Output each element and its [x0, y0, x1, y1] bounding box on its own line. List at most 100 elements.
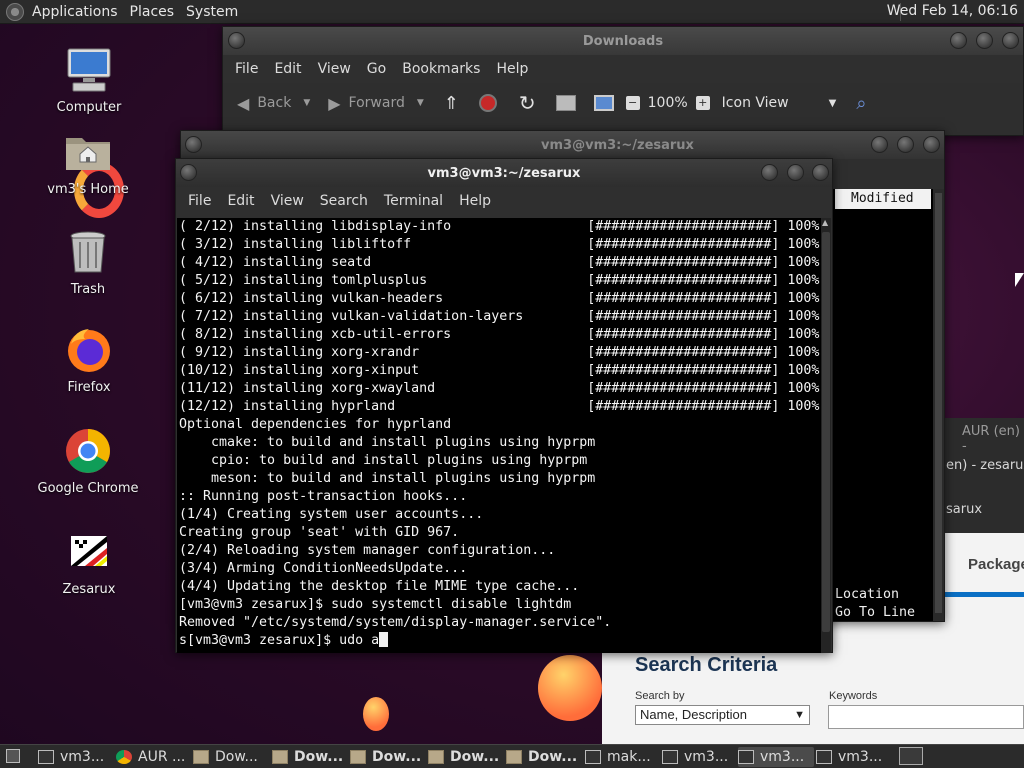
view-mode-label: Icon View [721, 95, 789, 111]
menu-bookmarks[interactable]: Bookmarks [402, 61, 480, 77]
terminal-icon [738, 750, 754, 764]
computer-button[interactable] [593, 95, 614, 111]
terminal-cursor [379, 632, 389, 647]
desktop-icon-zesarux[interactable]: Zesarux [29, 528, 149, 597]
chrome-icon [64, 427, 112, 475]
distro-logo-icon[interactable] [6, 2, 24, 21]
aur-tab-label[interactable]: en) - zesarux [946, 458, 1024, 473]
terminal-line: (3/4) Arming ConditionNeedsUpdate... [179, 561, 468, 576]
desktop-icon-computer[interactable]: Computer [29, 46, 149, 115]
taskbar-item[interactable]: vm3... [662, 747, 738, 767]
aur-window-title[interactable]: AUR (en) - [962, 424, 1024, 454]
terminal-prompt-line[interactable]: s[vm3@vm3 zesarux]$ udo a [179, 632, 822, 650]
desktop-icon-label: Trash [70, 282, 106, 297]
scrollbar-thumb[interactable] [822, 232, 830, 632]
menu-go[interactable]: Go [367, 61, 386, 77]
home-button[interactable] [555, 95, 576, 111]
maximize-button[interactable] [976, 32, 993, 49]
desktop-icon-firefox[interactable]: Firefox [29, 326, 149, 395]
packages-heading[interactable]: Package [968, 556, 1024, 573]
column-header-modified[interactable]: Modified [835, 189, 931, 209]
keywords-input[interactable] [828, 705, 1024, 729]
stop-icon [478, 94, 497, 112]
search-button[interactable]: ⌕ [856, 93, 866, 114]
maximize-button[interactable] [787, 164, 804, 181]
background-terminal-body[interactable] [831, 189, 941, 621]
taskbar-item[interactable]: Dow... [193, 747, 271, 767]
home-icon [555, 95, 576, 111]
zoom-level[interactable]: 100% [648, 95, 688, 111]
terminal-titlebar[interactable]: vm3@vm3:~/zesarux [176, 159, 832, 187]
minimize-button[interactable] [761, 164, 778, 181]
menu-view[interactable]: View [318, 61, 351, 77]
desktop-icon-trash[interactable]: Trash [28, 228, 148, 297]
zesarux-icon [65, 528, 113, 576]
menu-file[interactable]: File [235, 61, 258, 77]
terminal-line: (12/12) installing hyprland [###########… [179, 399, 820, 414]
menu-search[interactable]: Search [320, 193, 368, 209]
search-by-select[interactable]: Name, Description ▼ [635, 705, 810, 725]
close-button[interactable] [1002, 32, 1019, 49]
mouse-pointer-icon [1015, 273, 1024, 287]
home-folder-icon [64, 128, 112, 176]
background-terminal-scrollbar[interactable] [933, 189, 944, 621]
close-button[interactable] [923, 136, 940, 153]
workspace-switcher-icon[interactable] [899, 747, 923, 765]
taskbar-item[interactable]: Dow... [428, 747, 506, 767]
menu-help[interactable]: Help [496, 61, 528, 77]
taskbar-item[interactable]: Dow... [350, 747, 428, 767]
zoom-in-button[interactable]: + [695, 96, 710, 110]
background-terminal-titlebar[interactable]: vm3@vm3:~/zesarux [181, 131, 944, 159]
taskbar-item[interactable]: vm3... [816, 747, 892, 767]
menu-places[interactable]: Places [130, 4, 175, 20]
folder-icon [428, 750, 444, 764]
taskbar-item[interactable]: vm3... [738, 747, 814, 767]
search-by-value: Name, Description [640, 707, 747, 722]
aur-tab-label-2[interactable]: sarux [946, 502, 982, 517]
window-menu-button[interactable] [180, 164, 197, 181]
taskbar-item-label: Dow... [450, 749, 500, 765]
file-manager-titlebar[interactable]: Downloads [223, 27, 1023, 55]
window-title: vm3@vm3:~/zesarux [427, 165, 581, 181]
menu-view[interactable]: View [271, 193, 304, 209]
menu-system[interactable]: System [186, 4, 238, 20]
menu-terminal[interactable]: Terminal [384, 193, 443, 209]
minimize-button[interactable] [871, 136, 888, 153]
menu-file[interactable]: File [188, 193, 211, 209]
menu-help[interactable]: Help [459, 193, 491, 209]
terminal-line: (10/12) installing xorg-xinput [########… [179, 363, 820, 378]
window-title: Downloads [582, 33, 664, 49]
taskbar-item[interactable]: vm3... [38, 747, 114, 767]
terminal-output[interactable]: ( 2/12) installing libdisplay-info [####… [177, 218, 822, 653]
clock[interactable]: Wed Feb 14, 06:16 [887, 3, 1018, 19]
terminal-line: [vm3@vm3 zesarux]$ sudo systemctl disabl… [179, 597, 572, 612]
stop-button[interactable] [478, 94, 497, 112]
window-menu-button[interactable] [228, 32, 245, 49]
up-button[interactable]: ⇑ [444, 93, 459, 114]
taskbar-item[interactable]: mak... [585, 747, 661, 767]
reload-button[interactable]: ↻ [519, 91, 536, 115]
zoom-out-button[interactable]: − [625, 96, 640, 110]
desktop-icon-home[interactable]: vm3's Home [28, 128, 148, 197]
window-menu-button[interactable] [185, 136, 202, 153]
maximize-button[interactable] [897, 136, 914, 153]
back-button[interactable]: ◀ Back ▼ [237, 94, 310, 113]
desktop-icon-chrome[interactable]: Google Chrome [28, 427, 148, 496]
terminal-line: ( 5/12) installing tomlplusplus [#######… [179, 273, 820, 288]
taskbar-item[interactable]: AUR ... [116, 747, 192, 767]
close-button[interactable] [812, 164, 829, 181]
folder-icon [350, 750, 366, 764]
terminal-line: ( 3/12) installing libliftoff [#########… [179, 237, 820, 252]
taskbar-item[interactable]: Dow... [506, 747, 584, 767]
folder-icon [193, 750, 209, 764]
taskbar-item[interactable]: Dow... [272, 747, 350, 767]
minimize-button[interactable] [950, 32, 967, 49]
menu-applications[interactable]: Applications [32, 4, 118, 20]
forward-button[interactable]: ▶ Forward ▼ [328, 94, 424, 113]
menu-edit[interactable]: Edit [274, 61, 301, 77]
reload-icon: ↻ [518, 91, 536, 115]
view-mode-select[interactable]: Icon View ▼ [722, 95, 837, 111]
show-desktop-icon[interactable] [6, 749, 20, 763]
terminal-scrollbar[interactable]: ▲ [821, 218, 831, 653]
menu-edit[interactable]: Edit [227, 193, 254, 209]
